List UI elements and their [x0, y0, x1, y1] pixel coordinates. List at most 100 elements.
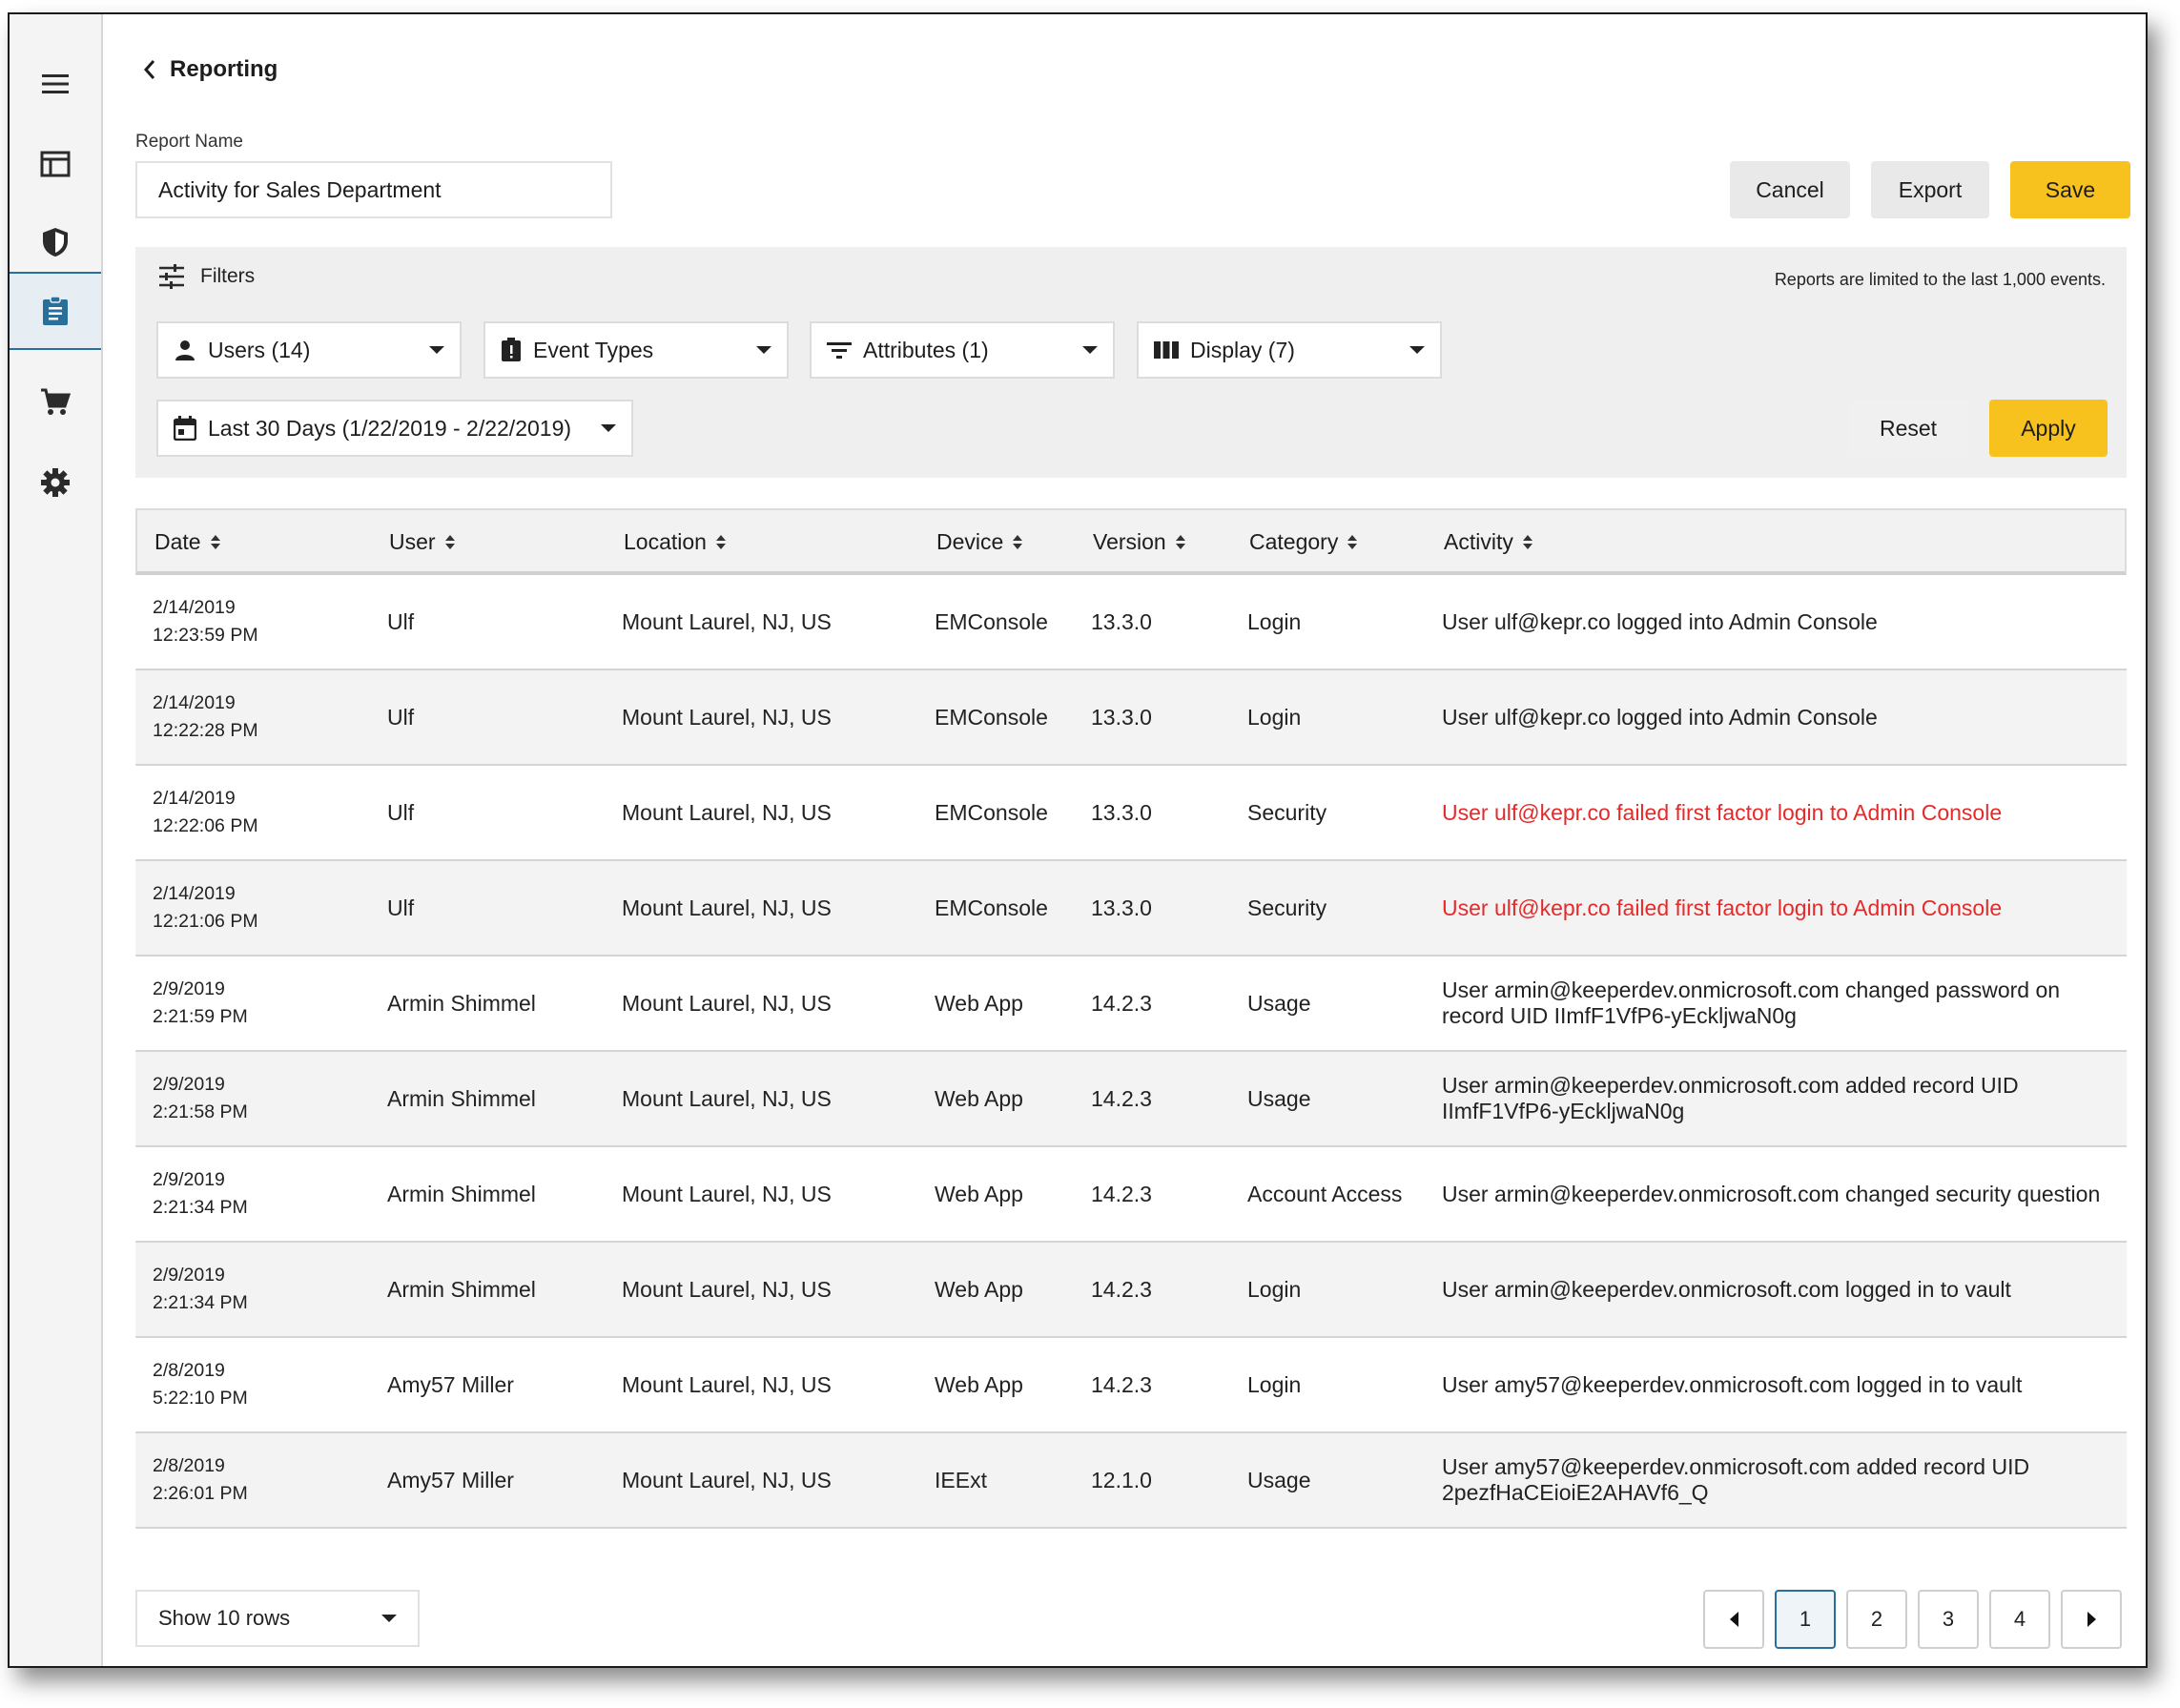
device-cell: EMConsole [935, 608, 1048, 634]
save-button[interactable]: Save [2010, 161, 2130, 218]
location-cell: Mount Laurel, NJ, US [622, 799, 832, 825]
time-value: 2:21:59 PM [153, 1006, 248, 1027]
attributes-filter-dropdown[interactable]: Attributes (1) [810, 321, 1115, 379]
table-row[interactable]: 2/9/2019 2:21:34 PM Armin Shimmel Mount Lau… [135, 1147, 2127, 1243]
page-button-4[interactable]: 4 [1989, 1590, 2050, 1649]
reset-button[interactable]: Reset [1848, 400, 1968, 457]
time-value: 12:22:28 PM [153, 720, 258, 741]
category-cell: Login [1247, 1276, 1302, 1302]
version-cell: 14.2.3 [1091, 1181, 1152, 1206]
cancel-button[interactable]: Cancel [1730, 161, 1850, 218]
apply-button[interactable]: Apply [1989, 400, 2108, 457]
arrow-right-icon [2087, 1612, 2096, 1627]
location-cell: Mount Laurel, NJ, US [622, 1085, 832, 1111]
location-cell: Mount Laurel, NJ, US [622, 990, 832, 1016]
sort-icon [1175, 534, 1185, 549]
table-row[interactable]: 2/8/2019 5:22:10 PM Amy57 Miller Mount Laur… [135, 1338, 2127, 1433]
menu-icon[interactable] [10, 45, 101, 123]
date-cell: 2/9/2019 2:21:34 PM [153, 1243, 248, 1336]
category-cell: Login [1247, 1371, 1302, 1397]
activity-cell: User amy57@keeperdev.onmicrosoft.com log… [1442, 1371, 2023, 1397]
shield-icon[interactable] [10, 203, 101, 281]
table-row[interactable]: 2/14/2019 12:21:06 PM Ulf Mount Laurel, NJ,… [135, 861, 2127, 957]
back-link[interactable]: Reporting [143, 56, 278, 83]
version-cell: 14.2.3 [1091, 990, 1152, 1016]
cart-icon[interactable] [10, 363, 101, 442]
column-header-date[interactable]: Date [154, 510, 220, 573]
category-cell: Login [1247, 704, 1302, 730]
chevron-left-icon [143, 60, 155, 79]
table-row[interactable]: 2/9/2019 2:21:34 PM Armin Shimmel Mount Lau… [135, 1243, 2127, 1338]
filters-header[interactable]: Filters [158, 264, 255, 289]
dropdown-arrow-icon [1409, 346, 1425, 354]
location-cell: Mount Laurel, NJ, US [622, 1467, 832, 1492]
page-button-3[interactable]: 3 [1918, 1590, 1979, 1649]
date-value: 2/9/2019 [153, 978, 225, 999]
table-row[interactable]: 2/14/2019 12:22:28 PM Ulf Mount Laurel, NJ,… [135, 670, 2127, 766]
export-button[interactable]: Export [1871, 161, 1989, 218]
page-button-1[interactable]: 1 [1775, 1590, 1836, 1649]
time-value: 12:21:06 PM [153, 911, 258, 932]
date-value: 2/9/2019 [153, 1074, 225, 1095]
date-cell: 2/8/2019 2:26:01 PM [153, 1433, 248, 1527]
sort-icon [1347, 534, 1358, 549]
users-filter-dropdown[interactable]: Users (14) [156, 321, 462, 379]
time-value: 2:21:34 PM [153, 1292, 248, 1313]
date-cell: 2/14/2019 12:22:06 PM [153, 766, 258, 859]
sort-icon [210, 534, 220, 549]
version-cell: 14.2.3 [1091, 1276, 1152, 1302]
rows-per-page-select[interactable]: Show 10 rows [135, 1590, 420, 1647]
event-types-filter-label: Event Types [533, 337, 654, 362]
person-icon [175, 340, 195, 360]
column-header-user[interactable]: User [389, 510, 455, 573]
filter-list-icon [827, 342, 852, 359]
table-row[interactable]: 2/9/2019 2:21:59 PM Armin Shimmel Mount Lau… [135, 957, 2127, 1052]
location-cell: Mount Laurel, NJ, US [622, 1181, 832, 1206]
date-range-dropdown[interactable]: Last 30 Days (1/22/2019 - 2/22/2019) [156, 400, 633, 457]
device-cell: Web App [935, 1276, 1023, 1302]
location-cell: Mount Laurel, NJ, US [622, 704, 832, 730]
time-value: 2:21:58 PM [153, 1101, 248, 1122]
column-header-device[interactable]: Device [936, 510, 1023, 573]
page-button-2[interactable]: 2 [1846, 1590, 1907, 1649]
date-cell: 2/14/2019 12:21:06 PM [153, 861, 258, 955]
date-cell: 2/14/2019 12:22:28 PM [153, 670, 258, 764]
device-cell: Web App [935, 1371, 1023, 1397]
table-row[interactable]: 2/14/2019 12:22:06 PM Ulf Mount Laurel, NJ,… [135, 766, 2127, 861]
reporting-clipboard-icon[interactable] [10, 272, 101, 350]
activity-cell: User armin@keeperdev.onmicrosoft.com add… [1442, 1073, 2019, 1123]
category-cell: Usage [1247, 1467, 1311, 1492]
prev-page-button[interactable] [1703, 1590, 1764, 1649]
column-header-version[interactable]: Version [1093, 510, 1185, 573]
user-cell: Amy57 Miller [387, 1371, 514, 1397]
device-cell: Web App [935, 990, 1023, 1016]
column-header-activity[interactable]: Activity [1444, 510, 1532, 573]
time-value: 2:21:34 PM [153, 1197, 248, 1218]
date-value: 2/14/2019 [153, 597, 236, 618]
column-header-category[interactable]: Category [1249, 510, 1358, 573]
event-types-filter-dropdown[interactable]: Event Types [483, 321, 789, 379]
settings-gear-icon[interactable] [10, 443, 101, 522]
category-cell: Account Access [1247, 1181, 1403, 1206]
dashboard-icon[interactable] [10, 125, 101, 203]
category-cell: Usage [1247, 1085, 1311, 1111]
display-filter-label: Display (7) [1190, 337, 1295, 362]
category-cell: Usage [1247, 990, 1311, 1016]
date-range-label: Last 30 Days (1/22/2019 - 2/22/2019) [208, 415, 572, 441]
user-cell: Armin Shimmel [387, 1276, 536, 1302]
table-row[interactable]: 2/9/2019 2:21:58 PM Armin Shimmel Mount Lau… [135, 1052, 2127, 1147]
activity-cell: User amy57@keeperdev.onmicrosoft.com add… [1442, 1454, 2030, 1505]
column-header-location[interactable]: Location [624, 510, 726, 573]
report-name-input[interactable]: Activity for Sales Department [135, 161, 612, 218]
time-value: 5:22:10 PM [153, 1388, 248, 1409]
date-value: 2/9/2019 [153, 1265, 225, 1286]
events-limit-note: Reports are limited to the last 1,000 ev… [1774, 270, 2106, 289]
device-cell: EMConsole [935, 799, 1048, 825]
table-row[interactable]: 2/8/2019 2:26:01 PM Amy57 Miller Mount Laur… [135, 1433, 2127, 1529]
table-row[interactable]: 2/14/2019 12:23:59 PM Ulf Mount Laurel, NJ,… [135, 575, 2127, 670]
activity-cell: User ulf@kepr.co failed first factor log… [1442, 895, 2003, 920]
next-page-button[interactable] [2061, 1590, 2122, 1649]
device-cell: IEExt [935, 1467, 987, 1492]
display-filter-dropdown[interactable]: Display (7) [1137, 321, 1442, 379]
table-body: 2/14/2019 12:23:59 PM Ulf Mount Laurel, NJ,… [135, 575, 2127, 1529]
